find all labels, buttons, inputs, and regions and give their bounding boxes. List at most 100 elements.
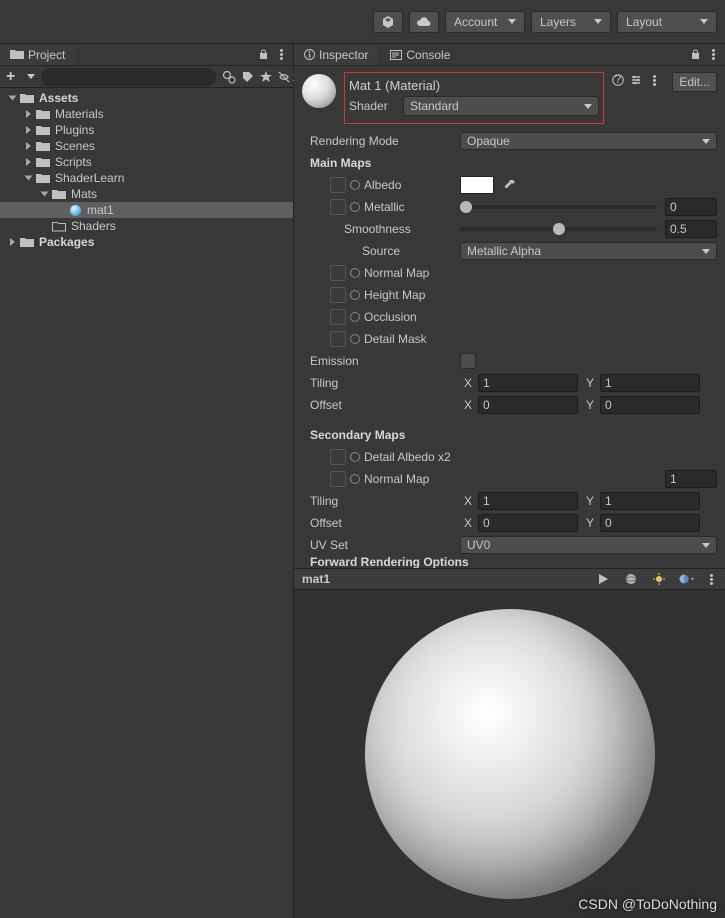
expand-icon[interactable] [26, 110, 31, 118]
metallic-texture-slot[interactable] [330, 199, 346, 215]
tiling-x-field[interactable] [478, 374, 578, 392]
context-menu-icon[interactable] [707, 49, 719, 61]
tree-scripts[interactable]: Scripts [0, 154, 293, 170]
offset-x-field[interactable] [478, 396, 578, 414]
hidden-icon [278, 71, 290, 83]
cloud-icon[interactable] [409, 11, 439, 33]
create-button[interactable]: + [6, 68, 15, 86]
object-picker-icon[interactable] [350, 268, 360, 278]
dropdown-caret-icon [700, 19, 708, 24]
env-dropdown-icon[interactable] [677, 570, 697, 588]
offset-y-field[interactable] [600, 396, 700, 414]
tree-materials[interactable]: Materials [0, 106, 293, 122]
object-picker-icon[interactable] [350, 474, 360, 484]
search-input[interactable] [41, 68, 216, 86]
source-label: Source [302, 244, 452, 258]
smoothness-field[interactable] [665, 220, 717, 238]
account-label: Account [454, 15, 497, 29]
expand-icon[interactable] [8, 96, 16, 101]
sphere-shape-icon[interactable] [621, 570, 641, 588]
tree-mats[interactable]: Mats [0, 186, 293, 202]
tree-mat1[interactable]: mat1 [0, 202, 293, 218]
detail-albedo-slot[interactable] [330, 449, 346, 465]
tree-shaders[interactable]: Shaders [0, 218, 293, 234]
presets-icon[interactable] [630, 74, 642, 86]
tree-assets[interactable]: Assets [0, 90, 293, 106]
search-by-label-icon[interactable] [242, 71, 254, 83]
folder-icon [36, 140, 50, 152]
rendering-mode-label: Rendering Mode [302, 134, 452, 148]
console-tab[interactable]: Console [380, 45, 460, 65]
object-picker-icon[interactable] [350, 452, 360, 462]
folder-icon [52, 188, 66, 200]
project-tab[interactable]: Project [0, 45, 75, 65]
info-icon [304, 49, 315, 60]
metallic-field[interactable] [665, 198, 717, 216]
material-name: Mat 1 (Material) [349, 75, 599, 95]
search-by-type-icon[interactable] [222, 70, 236, 84]
light-icon[interactable] [649, 570, 669, 588]
object-picker-icon[interactable] [350, 334, 360, 344]
expand-icon[interactable] [24, 176, 32, 181]
account-dropdown[interactable]: Account [445, 11, 525, 33]
albedo-color[interactable] [460, 176, 494, 194]
material-preview[interactable]: CSDN @ToDoNothing [294, 590, 725, 918]
expand-icon[interactable] [26, 158, 31, 166]
offset2-x-field[interactable] [478, 514, 578, 532]
tree-plugins[interactable]: Plugins [0, 122, 293, 138]
project-panel: Project + 11 Assets Materials Plugins Sc… [0, 44, 294, 918]
eyedropper-icon[interactable] [502, 177, 518, 193]
folder-icon [36, 124, 50, 136]
smoothness-label: Smoothness [302, 222, 452, 236]
project-tree: Assets Materials Plugins Scenes Scripts … [0, 88, 293, 918]
uvset-label: UV Set [302, 538, 452, 552]
context-menu-icon[interactable] [275, 49, 287, 61]
occlusion-texture-slot[interactable] [330, 309, 346, 325]
secondary-maps-header: Secondary Maps [302, 428, 452, 442]
albedo-texture-slot[interactable] [330, 177, 346, 193]
package-manager-icon[interactable] [373, 11, 403, 33]
lock-icon[interactable] [689, 49, 701, 61]
tree-scenes[interactable]: Scenes [0, 138, 293, 154]
play-icon[interactable] [593, 570, 613, 588]
smoothness-slider[interactable] [460, 221, 657, 237]
expand-icon[interactable] [26, 142, 31, 150]
favorite-star-icon[interactable] [260, 71, 272, 83]
lock-icon[interactable] [257, 49, 269, 61]
tiling2-x-field[interactable] [478, 492, 578, 510]
dropdown-caret-icon [584, 104, 592, 109]
edit-button[interactable]: Edit... [672, 72, 717, 92]
tree-packages[interactable]: Packages [0, 234, 293, 250]
shader-value: Standard [410, 99, 459, 113]
offset2-y-field[interactable] [600, 514, 700, 532]
object-picker-icon[interactable] [350, 202, 360, 212]
context-menu-icon[interactable] [705, 573, 717, 585]
rendering-mode-dropdown[interactable]: Opaque [460, 132, 717, 150]
object-picker-icon[interactable] [350, 290, 360, 300]
layout-dropdown[interactable]: Layout [617, 11, 717, 33]
detailmask-texture-slot[interactable] [330, 331, 346, 347]
uvset-dropdown[interactable]: UV0 [460, 536, 717, 554]
expand-icon[interactable] [10, 238, 15, 246]
inspector-tab[interactable]: Inspector [294, 45, 378, 65]
object-picker-icon[interactable] [350, 312, 360, 322]
layers-dropdown[interactable]: Layers [531, 11, 611, 33]
tree-shaderlearn[interactable]: ShaderLearn [0, 170, 293, 186]
shader-label: Shader [349, 99, 395, 113]
metallic-slider[interactable] [460, 199, 657, 215]
tiling-y-field[interactable] [600, 374, 700, 392]
normalmap2-field[interactable] [665, 470, 717, 488]
expand-icon[interactable] [26, 126, 31, 134]
dropdown-caret-icon [508, 19, 516, 24]
normalmap2-slot[interactable] [330, 471, 346, 487]
emission-checkbox[interactable] [460, 353, 476, 369]
source-dropdown[interactable]: Metallic Alpha [460, 242, 717, 260]
shader-dropdown[interactable]: Standard [403, 96, 599, 116]
context-menu-icon[interactable] [648, 74, 660, 86]
object-picker-icon[interactable] [350, 180, 360, 190]
normalmap-texture-slot[interactable] [330, 265, 346, 281]
tiling2-y-field[interactable] [600, 492, 700, 510]
expand-icon[interactable] [40, 192, 48, 197]
heightmap-texture-slot[interactable] [330, 287, 346, 303]
help-icon[interactable]: ? [612, 74, 624, 86]
